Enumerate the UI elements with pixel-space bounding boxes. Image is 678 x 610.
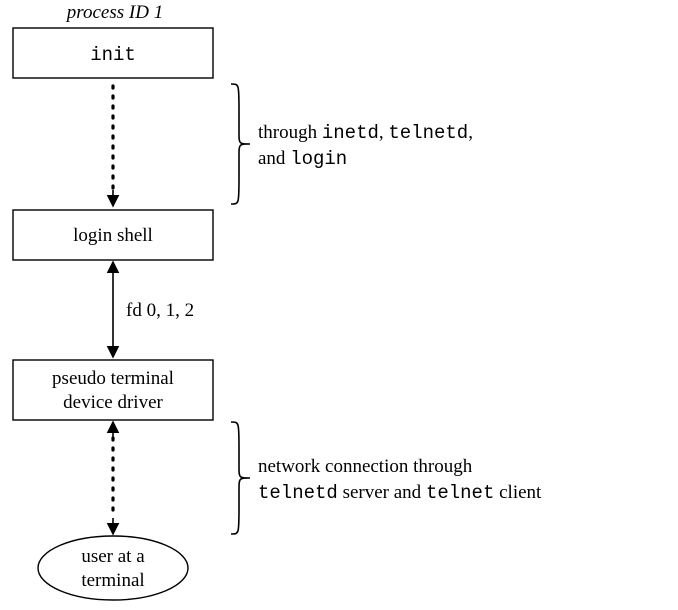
process-id-label: process ID 1 [65, 2, 163, 23]
user-line2: terminal [81, 570, 144, 591]
fd-label: fd 0, 1, 2 [126, 300, 194, 321]
brace-network [231, 422, 250, 534]
process-diagram: process ID 1 init through inetd, telnetd… [0, 0, 678, 610]
through-label-line1: through inetd, telnetd, [258, 122, 473, 144]
pseudo-line2: device driver [63, 392, 163, 413]
through-label-line2: and login [258, 148, 347, 170]
network-label-line1: network connection through [258, 456, 473, 477]
network-label-line2: telnetd server and telnet client [258, 482, 542, 504]
brace-through [231, 84, 250, 204]
init-text: init [90, 44, 136, 66]
pseudo-line1: pseudo terminal [52, 368, 174, 389]
user-line1: user at a [81, 546, 145, 567]
login-shell-text: login shell [73, 225, 153, 246]
